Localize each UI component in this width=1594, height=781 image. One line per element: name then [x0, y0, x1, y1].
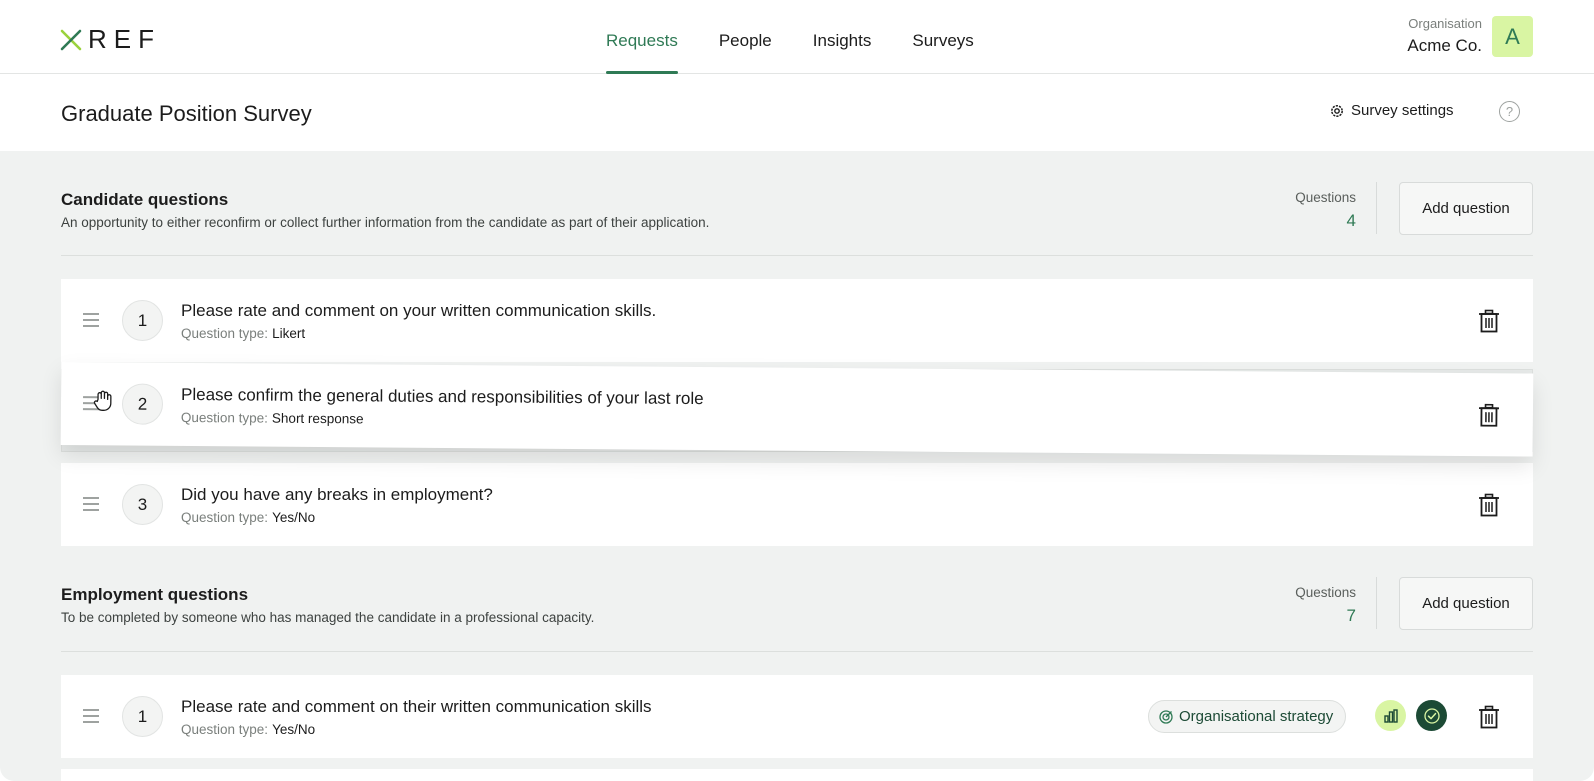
candidate-question-row[interactable]: 3 Did you have any breaks in employment?…	[61, 463, 1533, 546]
employment-section-title: Employment questions	[61, 585, 249, 604]
question-text: Please rate and comment on their written…	[181, 697, 652, 716]
logo-text: REF	[88, 24, 161, 54]
employment-question-row[interactable]: 1 Please rate and comment on their writt…	[61, 675, 1533, 758]
question-type-prefix: Question type:	[181, 326, 269, 341]
candidate-section-description: An opportunity to either reconfirm or co…	[61, 215, 710, 230]
question-type: Question type: Likert	[181, 326, 305, 341]
organisation-label: Organisation	[1408, 16, 1482, 31]
survey-settings-label: Survey settings	[1351, 102, 1454, 119]
question-number: 1	[122, 300, 163, 341]
nav-surveys[interactable]: Surveys	[912, 0, 973, 74]
candidate-question-count: Questions 4	[1295, 190, 1356, 231]
question-type-value: Likert	[272, 326, 306, 341]
check-badge-icon[interactable]	[1416, 700, 1447, 731]
employment-section-header: Employment questions To be completed by …	[61, 577, 1533, 665]
question-number: 1	[122, 696, 163, 737]
candidate-section-title: Candidate questions	[61, 190, 229, 209]
survey-settings-button[interactable]: Survey settings	[1329, 102, 1454, 119]
nav-insights[interactable]: Insights	[813, 0, 872, 74]
question-count-value: 7	[1346, 606, 1356, 625]
trash-icon[interactable]	[1478, 493, 1500, 517]
divider	[61, 255, 1533, 256]
question-number: 2	[121, 383, 164, 425]
bar-chart-icon[interactable]	[1375, 700, 1406, 731]
employment-section-description: To be completed by someone who has manag…	[61, 610, 595, 625]
question-type-prefix: Question type:	[181, 722, 269, 737]
target-icon	[1159, 709, 1173, 724]
question-type-value: Yes/No	[272, 722, 316, 737]
question-text: Please confirm the general duties and re…	[181, 384, 704, 409]
grab-hand-cursor-icon	[93, 390, 112, 411]
candidate-section-header: Candidate questions An opportunity to ei…	[61, 182, 1533, 270]
question-type: Question type: Yes/No	[181, 722, 315, 737]
app-frame: REF Requests People Insights Surveys Org…	[0, 0, 1594, 781]
divider	[1376, 577, 1377, 629]
organisation-info: Organisation Acme Co.	[1407, 16, 1482, 56]
divider	[1376, 182, 1377, 234]
survey-header: Graduate Position Survey Survey settings…	[0, 75, 1594, 151]
nav-people[interactable]: People	[719, 0, 772, 74]
divider	[61, 651, 1533, 652]
question-type-prefix: Question type:	[180, 409, 269, 426]
competency-tag-label: Organisational strategy	[1179, 708, 1334, 725]
question-type-prefix: Question type:	[181, 510, 269, 525]
employment-question-row[interactable]	[61, 769, 1533, 781]
x-logo-icon	[60, 29, 82, 50]
main-nav: Requests People Insights Surveys	[606, 0, 1015, 74]
question-type-value: Short response	[271, 410, 364, 427]
drag-handle-icon[interactable]	[83, 497, 99, 511]
question-count-label: Questions	[1295, 190, 1356, 205]
trash-icon[interactable]	[1478, 403, 1500, 427]
page-title: Graduate Position Survey	[61, 101, 312, 126]
candidate-question-row-dragging[interactable]: 2 Please confirm the general duties and …	[60, 362, 1534, 457]
trash-icon[interactable]	[1478, 309, 1500, 333]
candidate-question-row[interactable]: 1 Please rate and comment on your writte…	[61, 279, 1533, 362]
drag-handle-icon[interactable]	[83, 709, 99, 723]
question-count-label: Questions	[1295, 585, 1356, 600]
trash-icon[interactable]	[1478, 705, 1500, 729]
drag-handle-icon[interactable]	[83, 313, 99, 327]
question-text: Please rate and comment on your written …	[181, 301, 657, 320]
question-number: 3	[122, 484, 163, 525]
question-type: Question type: Short response	[181, 410, 364, 426]
question-text: Did you have any breaks in employment?	[181, 485, 493, 504]
nav-requests[interactable]: Requests	[606, 0, 678, 74]
avatar[interactable]: A	[1492, 16, 1533, 57]
question-type: Question type: Yes/No	[181, 510, 315, 525]
top-bar: REF Requests People Insights Surveys Org…	[0, 0, 1594, 74]
competency-tag[interactable]: Organisational strategy	[1148, 700, 1347, 733]
employment-question-count: Questions 7	[1295, 585, 1356, 626]
add-employment-question-button[interactable]: Add question	[1399, 577, 1533, 630]
settings-gear-icon	[1331, 104, 1343, 117]
add-candidate-question-button[interactable]: Add question	[1399, 182, 1533, 235]
question-type-value: Yes/No	[272, 510, 316, 525]
xref-logo[interactable]: REF	[60, 24, 161, 55]
question-count-value: 4	[1346, 211, 1356, 230]
help-icon[interactable]: ?	[1499, 101, 1520, 122]
organisation-name: Acme Co.	[1407, 36, 1482, 55]
